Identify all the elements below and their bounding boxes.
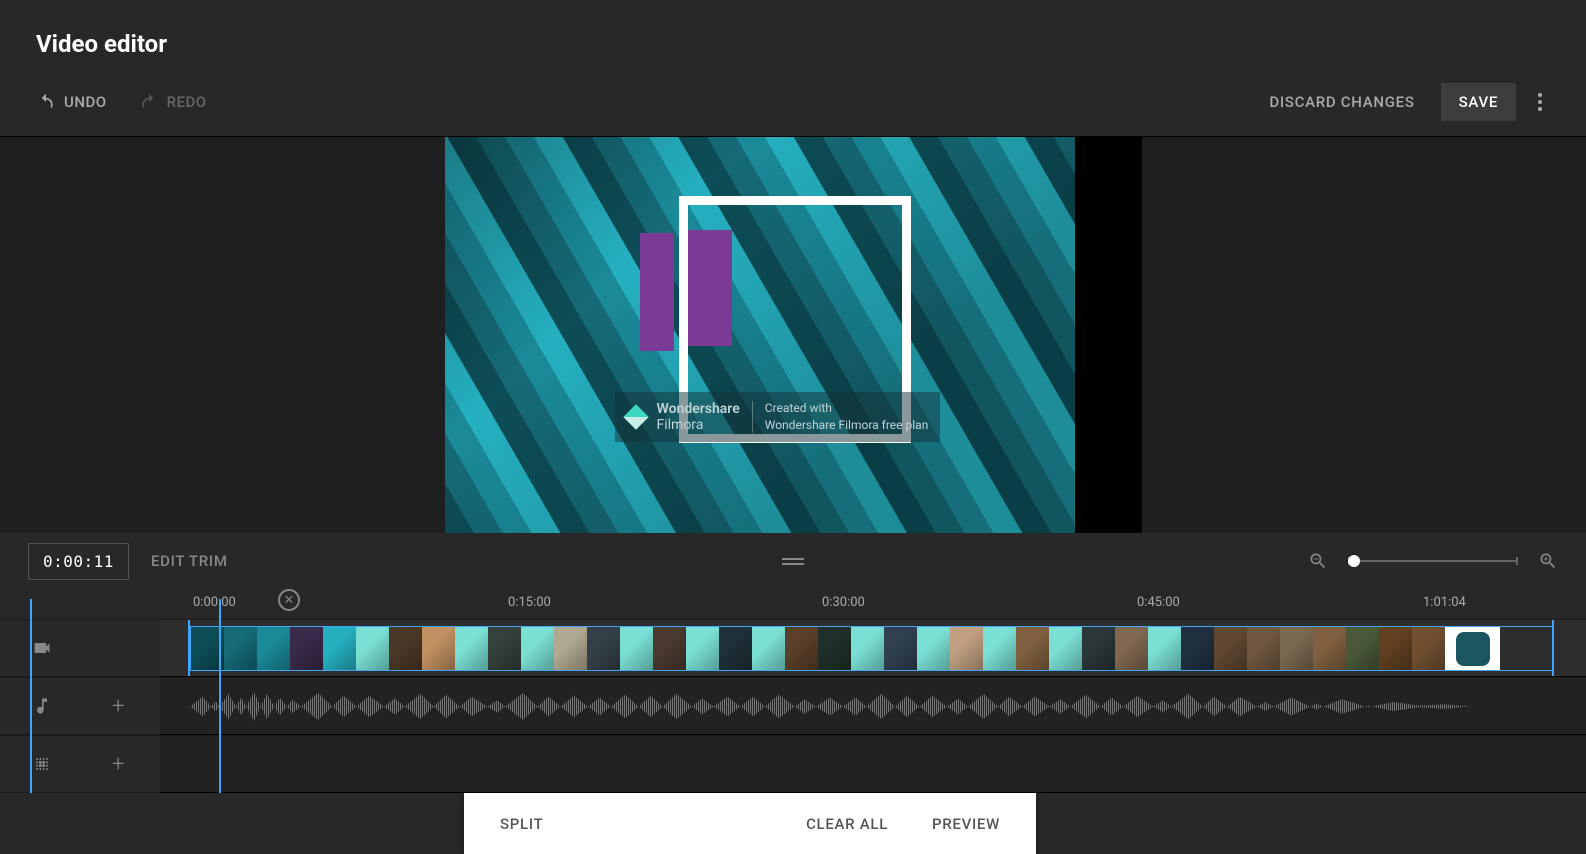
page-title: Video editor — [36, 0, 1550, 78]
video-thumbnail — [554, 627, 587, 670]
edit-trim-button[interactable]: EDIT TRIM — [151, 552, 228, 570]
effects-track[interactable] — [160, 735, 1586, 793]
redo-button[interactable]: REDO — [139, 86, 207, 118]
video-thumbnail — [983, 627, 1016, 670]
video-thumbnail — [521, 627, 554, 670]
video-thumbnail — [1247, 627, 1280, 670]
playhead[interactable] — [30, 599, 32, 793]
ruler-mark: 0:30:00 — [822, 595, 865, 610]
video-thumbnail — [488, 627, 521, 670]
video-thumbnail — [1412, 627, 1445, 670]
redo-icon — [139, 92, 159, 112]
save-button[interactable]: SAVE — [1441, 83, 1516, 121]
video-end-thumbnail — [1445, 627, 1500, 670]
ruler-mark: 0:15:00 — [508, 595, 551, 610]
clip-end-handle[interactable] — [1552, 620, 1554, 676]
tracks-area[interactable] — [0, 619, 1586, 793]
ruler-mark: 0:00:00 — [193, 595, 236, 610]
video-thumbnail — [1313, 627, 1346, 670]
watermark-text: Wondershare — [657, 401, 740, 417]
split-button[interactable]: SPLIT — [500, 815, 543, 833]
video-thumbnail — [686, 627, 719, 670]
preview-button[interactable]: PREVIEW — [932, 815, 1000, 833]
video-thumbnail — [719, 627, 752, 670]
video-thumbnail — [1280, 627, 1313, 670]
kebab-icon — [1538, 93, 1542, 97]
video-thumbnail — [851, 627, 884, 670]
video-thumbnail — [752, 627, 785, 670]
video-preview[interactable]: Wondershare Filmora Created with Wonders… — [445, 137, 1142, 533]
video-thumbnail — [1016, 627, 1049, 670]
controls-row: 0:00:11 EDIT TRIM — [0, 533, 1586, 589]
video-thumbnail — [917, 627, 950, 670]
toolbar: UNDO REDO DISCARD CHANGES SAVE — [36, 78, 1550, 126]
undo-button[interactable]: UNDO — [36, 86, 107, 118]
audio-waveform[interactable] — [190, 684, 1470, 729]
header: Video editor UNDO REDO DISCARD CHANGES S… — [0, 0, 1586, 137]
video-thumbnail — [587, 627, 620, 670]
video-clip[interactable] — [190, 626, 1554, 671]
video-thumbnail — [785, 627, 818, 670]
video-thumbnail — [257, 627, 290, 670]
split-toolbar: SPLIT CLEAR ALL PREVIEW — [464, 793, 1036, 854]
watermark-text: Created with — [765, 400, 929, 417]
video-track[interactable] — [160, 619, 1586, 677]
watermark-sub: Created with Wondershare Filmora free pl… — [765, 400, 929, 434]
video-thumbnail — [455, 627, 488, 670]
video-thumbnail — [1148, 627, 1181, 670]
video-thumbnail — [884, 627, 917, 670]
video-thumbnail — [224, 627, 257, 670]
undo-label: UNDO — [64, 93, 107, 111]
video-thumbnail — [389, 627, 422, 670]
split-marker[interactable] — [219, 599, 221, 793]
video-thumbnail — [653, 627, 686, 670]
watermark-text: Wondershare Filmora free plan — [765, 417, 929, 434]
zoom-controls — [1308, 551, 1558, 571]
panel-resize-handle[interactable] — [772, 548, 814, 575]
zoom-out-icon[interactable] — [1308, 551, 1328, 571]
more-options-button[interactable] — [1530, 85, 1550, 119]
discard-button[interactable]: DISCARD CHANGES — [1255, 85, 1428, 119]
video-thumbnail — [950, 627, 983, 670]
clear-split-button[interactable]: ✕ — [278, 589, 300, 611]
video-thumbnail — [1049, 627, 1082, 670]
clip-start-handle[interactable] — [188, 620, 190, 676]
zoom-in-icon[interactable] — [1538, 551, 1558, 571]
video-thumbnail — [620, 627, 653, 670]
redo-label: REDO — [167, 93, 207, 111]
video-thumbnail — [356, 627, 389, 670]
video-thumbnail — [323, 627, 356, 670]
ruler-mark: 0:45:00 — [1137, 595, 1180, 610]
watermark: Wondershare Filmora Created with Wonders… — [615, 392, 941, 442]
clear-all-button[interactable]: CLEAR ALL — [806, 815, 888, 833]
video-thumbnail — [290, 627, 323, 670]
watermark-brand: Wondershare Filmora — [657, 401, 753, 433]
preview-shape — [640, 233, 674, 351]
filmora-logo-icon — [623, 404, 648, 429]
video-thumbnail — [1346, 627, 1379, 670]
video-thumbnail — [818, 627, 851, 670]
zoom-slider-knob[interactable] — [1348, 555, 1360, 567]
video-thumbnail — [1115, 627, 1148, 670]
video-thumbnail — [1379, 627, 1412, 670]
timecode-display[interactable]: 0:00:11 — [28, 543, 129, 580]
timeline-ruler[interactable]: ✕ 0:00:00 0:15:00 0:30:00 0:45:00 1:01:04 — [0, 589, 1586, 619]
video-thumbnail — [1181, 627, 1214, 670]
watermark-text: Filmora — [657, 417, 740, 433]
video-thumbnail — [422, 627, 455, 670]
video-thumbnail — [1214, 627, 1247, 670]
zoom-slider[interactable] — [1348, 560, 1518, 562]
audio-track[interactable] — [160, 677, 1586, 735]
video-thumbnail — [1082, 627, 1115, 670]
undo-icon — [36, 92, 56, 112]
preview-area: Wondershare Filmora Created with Wonders… — [0, 137, 1586, 533]
ruler-mark: 1:01:04 — [1423, 595, 1466, 610]
timeline: ✕ 0:00:000:15:000:30:000:45:001:01:04 + … — [0, 589, 1586, 793]
